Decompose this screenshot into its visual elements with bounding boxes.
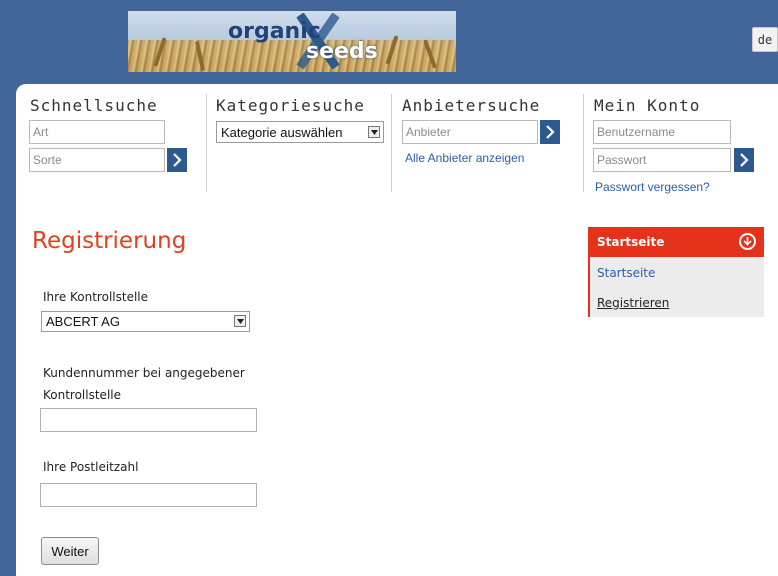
quick-search-title: Schnellsuche: [30, 96, 158, 115]
column-divider: [206, 94, 207, 192]
sorte-input[interactable]: Sorte: [29, 148, 165, 172]
zip-label: Ihre Postleitzahl: [43, 460, 139, 474]
sidebar-item-registrieren[interactable]: Registrieren: [597, 296, 669, 310]
page-title: Registrierung: [32, 228, 187, 254]
sidebar-header-label: Startseite: [597, 235, 665, 249]
sidebar-header[interactable]: Startseite: [588, 227, 764, 257]
column-divider: [391, 94, 392, 192]
site-logo[interactable]: organic seeds: [128, 11, 456, 72]
account-title: Mein Konto: [594, 96, 701, 115]
supplier-search-title: Anbietersuche: [402, 96, 541, 115]
zip-field[interactable]: [40, 483, 257, 507]
submit-button[interactable]: Weiter: [41, 537, 99, 565]
sidebar-item-startseite[interactable]: Startseite: [597, 266, 655, 280]
chevron-right-icon: [740, 153, 749, 167]
logo-text-seeds: seeds: [306, 39, 378, 64]
forgot-password-link[interactable]: Passwort vergessen?: [595, 180, 710, 194]
customer-number-label: Kundennummer bei angegebener Kontrollste…: [43, 366, 245, 402]
supplier-search-button[interactable]: [540, 120, 560, 144]
category-select-value: Kategorie auswählen: [221, 125, 343, 140]
control-body-label: Ihre Kontrollstelle: [43, 290, 149, 304]
show-all-suppliers-link[interactable]: Alle Anbieter anzeigen: [405, 151, 524, 165]
chevron-right-icon: [173, 153, 182, 167]
password-input[interactable]: Passwort: [593, 148, 731, 172]
arrow-down-circle-icon[interactable]: [739, 233, 756, 250]
quick-search-button[interactable]: [167, 148, 187, 172]
control-body-select-value: ABCERT AG: [46, 314, 120, 329]
customer-number-field[interactable]: [40, 408, 257, 432]
dropdown-arrow-icon: [234, 315, 246, 327]
chevron-right-icon: [546, 125, 555, 139]
dropdown-arrow-icon: [368, 126, 380, 138]
column-divider: [583, 94, 584, 192]
control-body-select[interactable]: ABCERT AG: [41, 311, 250, 332]
supplier-input[interactable]: Anbieter: [402, 120, 538, 144]
category-select[interactable]: Kategorie auswählen: [216, 121, 384, 143]
wheat-field-image: [128, 40, 456, 72]
login-button[interactable]: [734, 148, 754, 172]
art-input[interactable]: Art: [29, 120, 165, 144]
language-switch[interactable]: de: [752, 27, 778, 52]
category-search-title: Kategoriesuche: [216, 96, 365, 115]
username-input[interactable]: Benutzername: [593, 120, 731, 144]
